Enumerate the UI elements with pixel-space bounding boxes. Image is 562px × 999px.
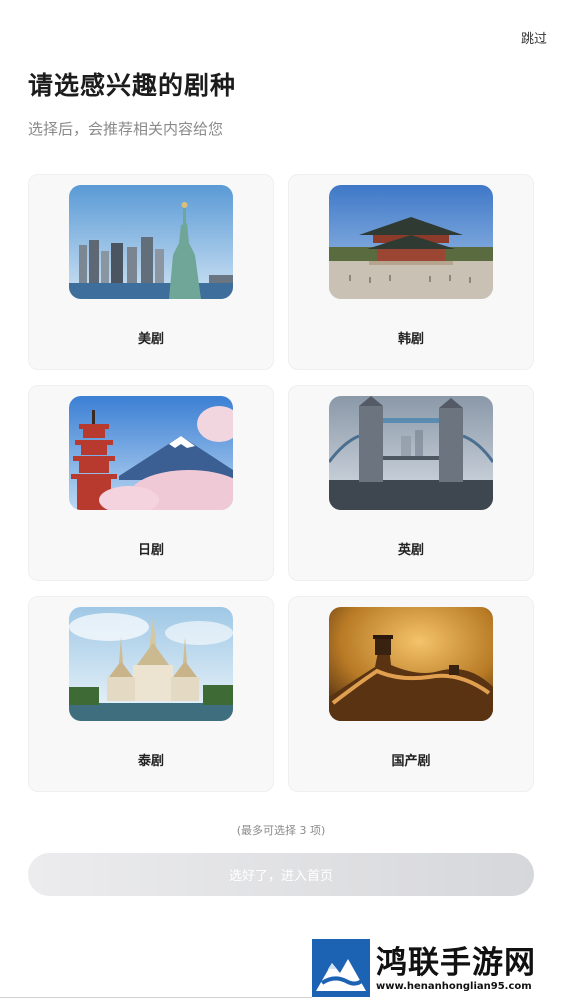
genre-label: 美剧 (137, 332, 164, 347)
watermark-url: www.henanhonglian95.com (376, 980, 532, 992)
skip-button[interactable]: 跳过 (521, 28, 547, 47)
genre-label: 日剧 (137, 543, 164, 558)
site-watermark: 鸿联手游网 www.henanhonglian95.com (312, 937, 562, 999)
genre-card-uk[interactable]: 英剧 (288, 385, 534, 581)
genre-card-china[interactable]: 国产剧 (288, 596, 534, 792)
genre-card-thailand[interactable]: 泰剧 (28, 596, 274, 792)
page-title: 请选感兴趣的剧种 (28, 71, 237, 100)
genre-grid: 美剧 韩剧 日剧 英剧 泰剧 国产剧 (28, 174, 534, 792)
confirm-button[interactable]: 选好了，进入首页 (28, 853, 534, 896)
genre-label: 国产剧 (391, 754, 431, 769)
selection-limit-hint: (最多可选择 3 项) (236, 824, 326, 837)
page-subtitle: 选择后，会推荐相关内容给您 (28, 120, 224, 138)
great-wall-image (329, 607, 493, 721)
watermark-text: 鸿联手游网 (376, 944, 536, 981)
statue-of-liberty-image (69, 185, 233, 299)
divider (0, 997, 312, 998)
mount-fuji-pagoda-image (69, 396, 233, 510)
genre-label: 韩剧 (397, 332, 424, 347)
korean-palace-image (329, 185, 493, 299)
genre-card-korea[interactable]: 韩剧 (288, 174, 534, 370)
thai-temple-image (69, 607, 233, 721)
genre-card-us[interactable]: 美剧 (28, 174, 274, 370)
tower-bridge-image (329, 396, 493, 510)
genre-label: 英剧 (397, 543, 424, 558)
watermark-logo-icon (312, 939, 370, 997)
genre-card-japan[interactable]: 日剧 (28, 385, 274, 581)
genre-label: 泰剧 (137, 754, 164, 769)
